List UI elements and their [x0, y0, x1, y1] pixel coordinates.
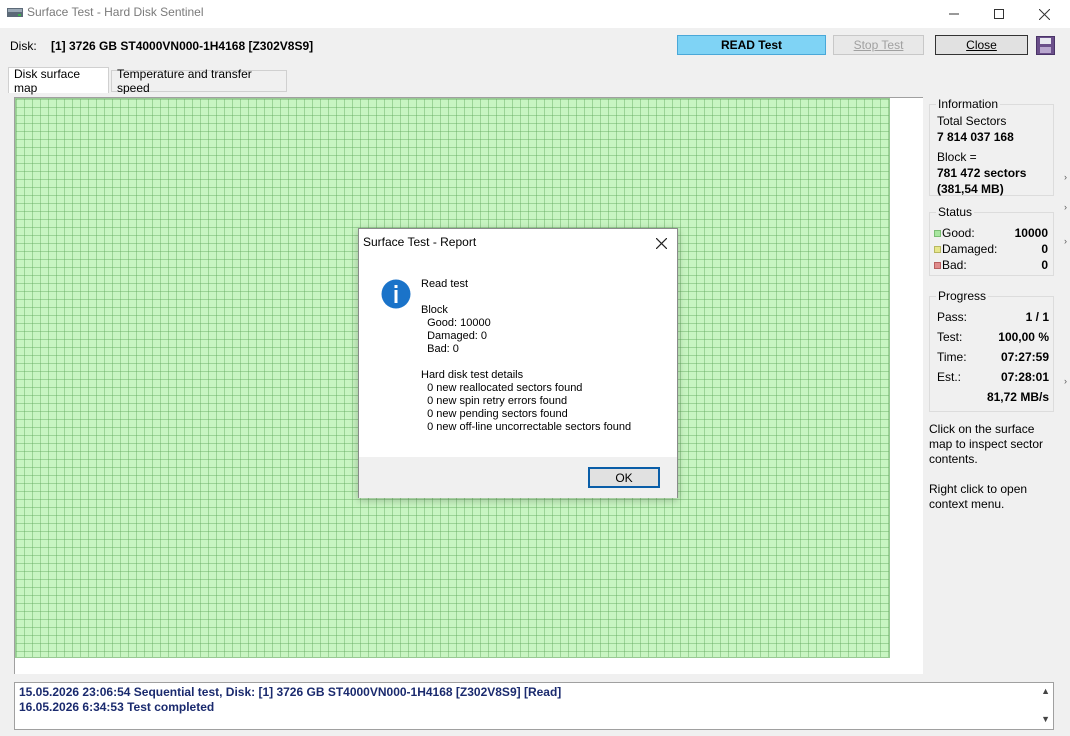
- progress-value: 1 / 1: [1025, 310, 1049, 324]
- progress-label: Est.:: [937, 370, 962, 384]
- scroll-up-icon[interactable]: ▲: [1041, 686, 1050, 696]
- info-icon: [381, 279, 411, 309]
- progress-title: Progress: [936, 289, 989, 303]
- scroll-arrow-icon: ›: [1064, 172, 1067, 182]
- minimize-button[interactable]: [931, 0, 977, 28]
- scroll-arrow-icon: ›: [1064, 202, 1067, 212]
- dialog-title: Surface Test - Report: [363, 235, 477, 249]
- close-icon: [1038, 8, 1050, 20]
- block-label: Block =: [937, 150, 977, 164]
- stop-test-button[interactable]: Stop Test: [833, 35, 924, 55]
- log-line: 16.05.2026 6:34:53 Test completed: [19, 700, 215, 714]
- dialog-footer: OK: [359, 457, 677, 498]
- tab-strip: Disk surface map Temperature and transfe…: [0, 64, 1070, 95]
- tab-temperature-transfer-speed[interactable]: Temperature and transfer speed: [111, 67, 287, 95]
- hard-disk-sentinel-icon: [7, 8, 23, 17]
- progress-label: Time:: [937, 350, 967, 364]
- bad-swatch: [934, 262, 941, 269]
- progress-row-est: Est.: 07:28:01: [937, 370, 1049, 386]
- status-value: 10000: [1014, 226, 1048, 240]
- status-label: Bad:: [942, 258, 967, 272]
- information-title: Information: [936, 97, 1001, 111]
- status-value: 0: [1041, 258, 1048, 272]
- status-label: Good:: [942, 226, 975, 240]
- tab-disk-surface-map[interactable]: Disk surface map: [8, 67, 109, 95]
- title-bar: Surface Test - Hard Disk Sentinel: [0, 0, 1070, 28]
- scroll-arrow-icon: ›: [1064, 376, 1067, 386]
- progress-row-pass: Pass: 1 / 1: [937, 310, 1049, 326]
- log-box[interactable]: 15.05.2026 23:06:54 Sequential test, Dis…: [14, 682, 1054, 730]
- status-row-damaged: Damaged: 0: [934, 242, 1048, 258]
- progress-label: Test:: [937, 330, 963, 344]
- progress-row-speed: 81,72 MB/s: [937, 390, 1049, 406]
- side-scrollbar[interactable]: › › › ›: [1064, 94, 1070, 674]
- status-label: Damaged:: [942, 242, 998, 256]
- progress-value: 100,00 %: [998, 330, 1049, 344]
- close-icon: [655, 237, 668, 250]
- dialog-close-button[interactable]: [655, 232, 668, 254]
- progress-value: 07:27:59: [1000, 350, 1049, 364]
- progress-group: Progress Pass: 1 / 1 Test: 100,00 % Time…: [929, 289, 1054, 412]
- status-row-good: Good: 10000: [934, 226, 1048, 242]
- report-dialog: Surface Test - Report Read test Block Go…: [358, 228, 678, 498]
- progress-label: Pass:: [937, 310, 968, 324]
- log-line: 15.05.2026 23:06:54 Sequential test, Dis…: [19, 685, 562, 699]
- hint-inspect-sector: Click on the surface map to inspect sect…: [929, 422, 1044, 466]
- status-row-bad: Bad: 0: [934, 258, 1048, 274]
- progress-row-test: Test: 100,00 %: [937, 330, 1049, 346]
- status-group: Status Good: 10000 Damaged: 0 Bad: 0: [929, 205, 1054, 276]
- hint-context-menu: Right click to open context menu.: [929, 482, 1028, 511]
- scroll-arrow-icon: ›: [1064, 236, 1067, 246]
- progress-value: 81,72 MB/s: [986, 390, 1049, 404]
- save-icon[interactable]: [1036, 36, 1055, 55]
- good-swatch: [934, 230, 941, 237]
- disk-label: Disk:: [10, 39, 37, 53]
- total-sectors-value: 7 814 037 168: [937, 130, 1014, 144]
- toolbar: Disk: [1] 3726 GB ST4000VN000-1H4168 [Z3…: [0, 28, 1070, 65]
- maximize-icon: [994, 9, 1004, 19]
- status-value: 0: [1041, 242, 1048, 256]
- read-test-button[interactable]: READ Test: [677, 35, 826, 55]
- information-group: Information Total Sectors 7 814 037 168 …: [929, 97, 1054, 196]
- ok-button[interactable]: OK: [588, 467, 660, 488]
- total-sectors-label: Total Sectors: [937, 114, 1007, 128]
- progress-value: 07:28:01: [1000, 370, 1049, 384]
- window-title: Surface Test - Hard Disk Sentinel: [27, 5, 204, 19]
- close-button[interactable]: Close: [935, 35, 1028, 55]
- maximize-button[interactable]: [976, 0, 1022, 28]
- window-close-button[interactable]: [1021, 0, 1067, 28]
- block-sectors: 781 472 sectors: [937, 166, 1027, 180]
- progress-row-time: Time: 07:27:59: [937, 350, 1049, 366]
- damaged-swatch: [934, 246, 941, 253]
- status-title: Status: [936, 205, 975, 219]
- dialog-message: Read test Block Good: 10000 Damaged: 0 B…: [421, 278, 632, 433]
- minimize-icon: [949, 13, 959, 15]
- block-size: (381,54 MB): [937, 182, 1004, 196]
- scroll-down-icon[interactable]: ▼: [1041, 714, 1050, 724]
- disk-value: [1] 3726 GB ST4000VN000-1H4168 [Z302V8S9…: [51, 39, 314, 53]
